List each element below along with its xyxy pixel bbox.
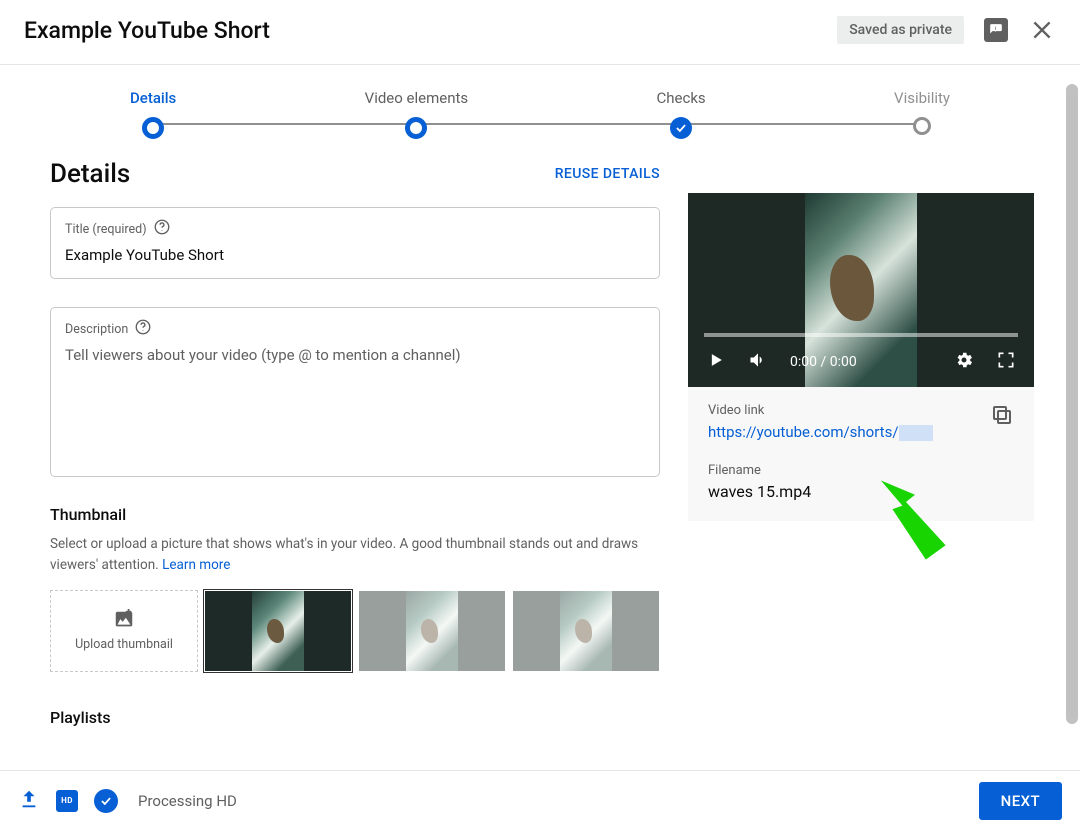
title-field[interactable]: Title (required) Example YouTube Short bbox=[50, 207, 660, 279]
thumbnail-option-2[interactable] bbox=[358, 590, 506, 672]
dialog-body: Details Video elements Checks Visibility… bbox=[0, 67, 1080, 770]
stepper-label: Checks bbox=[656, 89, 705, 107]
details-column: Details REUSE DETAILS Title (required) E… bbox=[50, 159, 660, 737]
stepper-dot-icon bbox=[405, 117, 427, 139]
video-link-label: Video link bbox=[708, 403, 933, 418]
stepper-step-visibility[interactable]: Visibility bbox=[894, 89, 950, 135]
thumbnail-option-1[interactable] bbox=[204, 590, 352, 672]
title-label-row: Title (required) bbox=[65, 218, 645, 240]
check-circle-icon bbox=[94, 789, 118, 813]
thumbnail-heading: Thumbnail bbox=[50, 505, 660, 524]
dialog-title: Example YouTube Short bbox=[24, 17, 270, 44]
video-link-text: https://youtube.com/shorts/ bbox=[708, 423, 899, 441]
image-add-icon bbox=[111, 609, 137, 631]
save-status-chip: Saved as private bbox=[837, 16, 964, 44]
close-button[interactable] bbox=[1028, 16, 1056, 44]
stepper-label: Visibility bbox=[894, 89, 950, 107]
stepper-dot-active-icon bbox=[142, 117, 164, 139]
title-label: Title (required) bbox=[65, 222, 147, 237]
reuse-details-button[interactable]: REUSE DETAILS bbox=[555, 166, 660, 182]
thumbnail-option-3[interactable] bbox=[512, 590, 660, 672]
stepper-track bbox=[152, 123, 928, 125]
preview-column: 0:00 / 0:00 Video link https://youtube.c… bbox=[688, 159, 1034, 737]
processing-status-label: Processing HD bbox=[138, 792, 237, 810]
details-header-row: Details REUSE DETAILS bbox=[50, 159, 660, 189]
thumbnail-row: Upload thumbnail bbox=[50, 590, 660, 672]
thumbnail-blurb-text: Select or upload a picture that shows wh… bbox=[50, 536, 638, 573]
title-input-value[interactable]: Example YouTube Short bbox=[65, 246, 645, 264]
help-icon[interactable] bbox=[153, 218, 171, 240]
description-placeholder: Tell viewers about your video (type @ to… bbox=[65, 346, 645, 364]
thumbnail-blurb: Select or upload a picture that shows wh… bbox=[50, 534, 650, 576]
volume-icon[interactable] bbox=[748, 350, 768, 374]
upload-icon bbox=[18, 788, 40, 814]
help-icon[interactable] bbox=[134, 318, 152, 340]
filename-label: Filename bbox=[708, 463, 1014, 478]
next-button[interactable]: NEXT bbox=[979, 782, 1062, 820]
hd-badge-icon: HD bbox=[56, 790, 78, 812]
filename-value: waves 15.mp4 bbox=[708, 482, 1014, 501]
stepper-dot-disabled-icon bbox=[913, 117, 931, 135]
scrollbar-thumb[interactable] bbox=[1066, 84, 1078, 724]
fullscreen-icon[interactable] bbox=[996, 350, 1016, 374]
description-label-row: Description bbox=[65, 318, 645, 340]
stepper-label: Video elements bbox=[365, 89, 468, 107]
playlists-heading: Playlists bbox=[50, 708, 660, 727]
learn-more-link[interactable]: Learn more bbox=[162, 557, 230, 573]
video-preview-panel: 0:00 / 0:00 Video link https://youtube.c… bbox=[688, 193, 1034, 521]
dialog-header: Example YouTube Short Saved as private bbox=[0, 0, 1080, 65]
feedback-icon[interactable] bbox=[984, 18, 1008, 42]
video-link-id-hidden bbox=[899, 425, 933, 441]
stepper-label: Details bbox=[130, 89, 176, 107]
video-link[interactable]: https://youtube.com/shorts/ bbox=[708, 423, 933, 441]
play-icon[interactable] bbox=[706, 350, 726, 374]
upload-thumbnail-label: Upload thumbnail bbox=[75, 637, 173, 652]
upload-thumbnail-button[interactable]: Upload thumbnail bbox=[50, 590, 198, 672]
stepper-step-video-elements[interactable]: Video elements bbox=[365, 89, 468, 139]
settings-gear-icon[interactable] bbox=[954, 350, 974, 374]
stepper-dot-check-icon bbox=[670, 117, 692, 139]
stepper-step-details[interactable]: Details bbox=[130, 89, 176, 139]
video-preview-player[interactable]: 0:00 / 0:00 bbox=[688, 193, 1034, 387]
video-time-label: 0:00 / 0:00 bbox=[790, 354, 857, 370]
content-columns: Details REUSE DETAILS Title (required) E… bbox=[0, 151, 1080, 737]
details-heading: Details bbox=[50, 159, 130, 189]
description-field[interactable]: Description Tell viewers about your vide… bbox=[50, 307, 660, 477]
video-meta-box: Video link https://youtube.com/shorts/ F… bbox=[688, 387, 1034, 521]
upload-stepper: Details Video elements Checks Visibility bbox=[0, 67, 1080, 151]
stepper-step-checks[interactable]: Checks bbox=[656, 89, 705, 139]
header-actions: Saved as private bbox=[837, 16, 1056, 44]
video-controls: 0:00 / 0:00 bbox=[688, 337, 1034, 387]
description-label: Description bbox=[65, 322, 128, 337]
copy-link-button[interactable] bbox=[990, 403, 1014, 431]
dialog-footer: HD Processing HD NEXT bbox=[0, 770, 1080, 830]
